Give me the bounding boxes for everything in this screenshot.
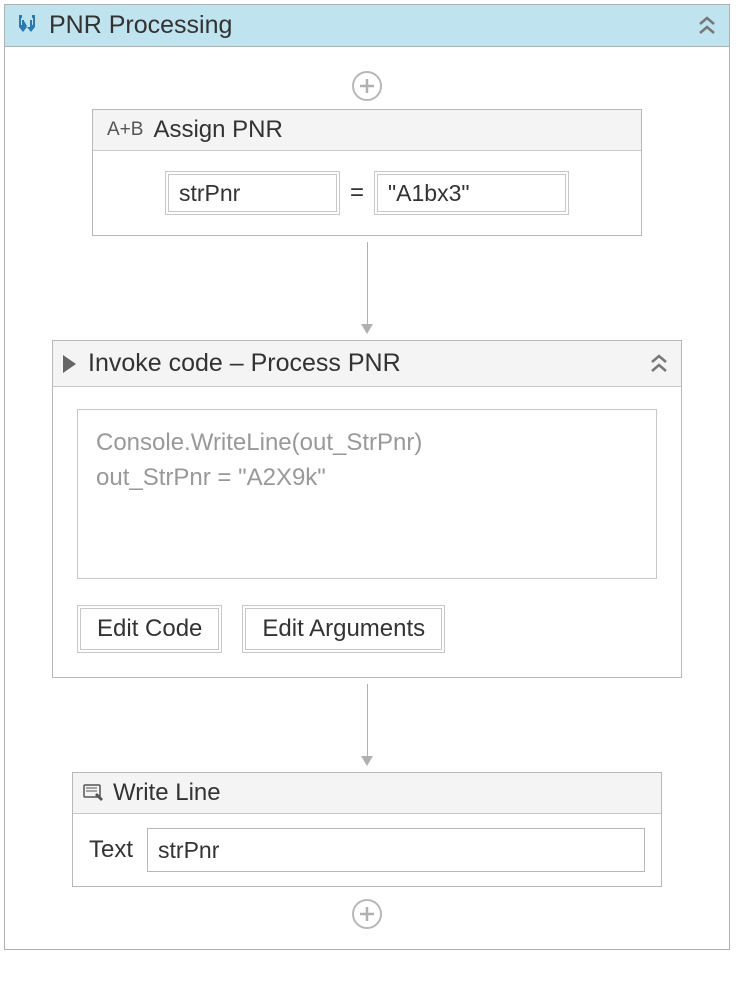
write-line-text-label: Text: [89, 836, 133, 864]
edit-arguments-button[interactable]: Edit Arguments: [242, 605, 445, 653]
write-line-text-input[interactable]: strPnr: [147, 828, 645, 872]
assign-header[interactable]: A+B Assign PNR: [93, 110, 641, 151]
code-preview[interactable]: Console.WriteLine(out_StrPnr) out_StrPnr…: [77, 409, 657, 579]
write-line-activity[interactable]: Write Line Text strPnr: [72, 772, 662, 887]
assign-title: Assign PNR: [153, 116, 282, 144]
invoke-code-header[interactable]: Invoke code – Process PNR: [53, 341, 681, 387]
assign-value-input[interactable]: "A1bx3": [374, 171, 569, 215]
sequence-title: PNR Processing: [49, 11, 695, 40]
invoke-code-title: Invoke code – Process PNR: [88, 349, 647, 378]
collapse-icon[interactable]: [647, 352, 671, 376]
equals-label: =: [348, 179, 366, 207]
write-line-header[interactable]: Write Line: [73, 773, 661, 814]
sequence-header[interactable]: PNR Processing: [5, 5, 729, 47]
add-activity-bottom-button[interactable]: [352, 899, 382, 929]
sequence-body: A+B Assign PNR strPnr = "A1bx3" Invoke c…: [5, 47, 729, 949]
invoke-code-body: Console.WriteLine(out_StrPnr) out_StrPnr…: [53, 387, 681, 677]
write-line-icon: [83, 783, 105, 803]
invoke-code-activity[interactable]: Invoke code – Process PNR Console.WriteL…: [52, 340, 682, 678]
assign-body: strPnr = "A1bx3": [93, 151, 641, 235]
flow-arrow: [361, 684, 373, 766]
sequence-activity[interactable]: PNR Processing A+B Assign PNR strPnr = "…: [4, 4, 730, 950]
add-activity-top-button[interactable]: [352, 71, 382, 101]
write-line-title: Write Line: [113, 779, 221, 807]
flow-arrow: [361, 242, 373, 334]
edit-code-button[interactable]: Edit Code: [77, 605, 222, 653]
write-line-body: Text strPnr: [73, 814, 661, 886]
assign-activity[interactable]: A+B Assign PNR strPnr = "A1bx3": [92, 109, 642, 236]
assign-icon: A+B: [107, 119, 143, 141]
collapse-icon[interactable]: [695, 14, 719, 38]
expand-tri-icon[interactable]: [63, 355, 76, 373]
sequence-icon: [13, 14, 41, 38]
assign-to-input[interactable]: strPnr: [165, 171, 340, 215]
